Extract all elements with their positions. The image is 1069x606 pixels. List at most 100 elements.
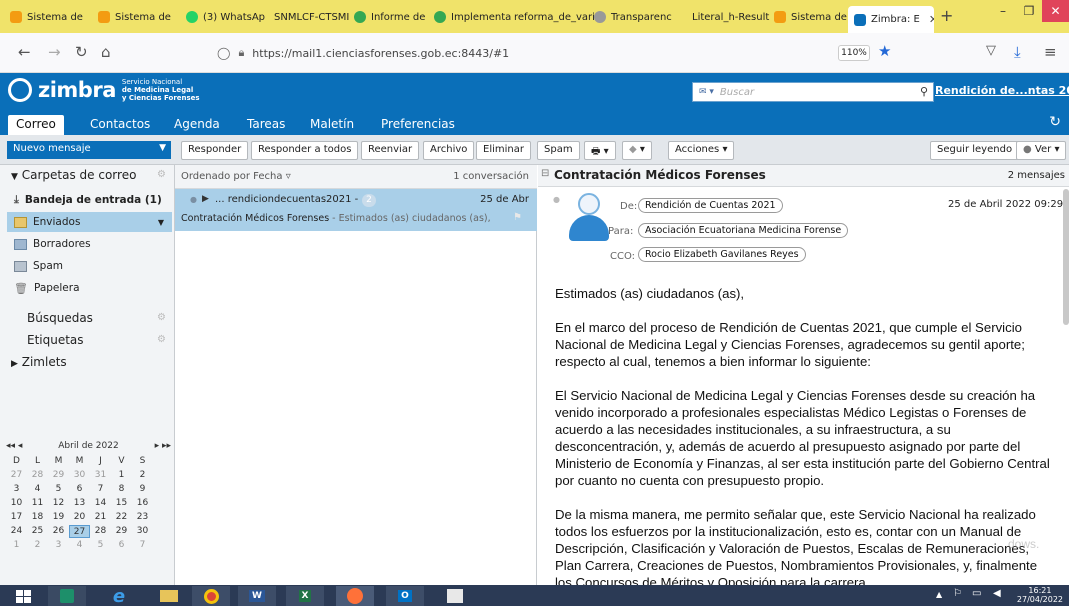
browser-tab[interactable]: Sistema de (4, 4, 90, 30)
calendar-day[interactable]: 24 (6, 525, 27, 538)
back-icon[interactable]: ← (18, 43, 31, 61)
calendar-day[interactable]: 5 (90, 539, 111, 552)
calendar-day[interactable]: 30 (69, 469, 90, 482)
browser-tab-active[interactable]: Zimbra: E ✕ (848, 6, 934, 33)
calendar-day-today[interactable]: 27 (69, 525, 90, 538)
browser-tab[interactable]: Implementa (428, 4, 514, 30)
calendar-day[interactable]: 17 (6, 511, 27, 524)
url-bar[interactable]: ◯ 🔒︎ https://mail1.cienciasforenses.gob.… (205, 39, 900, 67)
bcc-address[interactable]: Rocio Elizabeth Gavilanes Reyes (638, 247, 806, 262)
calendar-day[interactable]: 27 (6, 469, 27, 482)
calendar-day[interactable]: 10 (6, 497, 27, 510)
calendar-day[interactable]: 29 (111, 525, 132, 538)
from-address[interactable]: Rendición de Cuentas 2021 (638, 198, 783, 213)
mail-folders-header[interactable]: ▼ Carpetas de correo (11, 168, 136, 182)
expand-icon[interactable]: ▶ (11, 359, 18, 369)
file-explorer-icon[interactable] (150, 586, 188, 606)
network-icon[interactable]: ▭ (972, 588, 981, 599)
folder-trash[interactable]: 🗑︎ Papelera (7, 278, 172, 298)
zimlets-header[interactable]: ▶ Zimlets (11, 355, 67, 369)
new-message-button[interactable]: Nuevo mensaje ▼ (7, 141, 171, 159)
forward-button[interactable]: Reenviar (361, 141, 420, 160)
home-icon[interactable]: ⌂ (101, 43, 111, 61)
unread-dot-icon[interactable]: ● (190, 195, 197, 204)
windows-start-icon[interactable] (4, 586, 42, 606)
clock[interactable]: 16:21 27/04/2022 (1017, 586, 1063, 604)
calendar-day[interactable]: 6 (69, 483, 90, 496)
zimbra-logo[interactable]: zimbra Servicio Nacional de Medicina Leg… (8, 78, 200, 102)
calendar-day[interactable]: 13 (69, 497, 90, 510)
calendar-day[interactable]: 1 (111, 469, 132, 482)
reply-button[interactable]: Responder (181, 141, 249, 160)
calendar-day[interactable]: 11 (27, 497, 48, 510)
delete-button[interactable]: Eliminar (476, 141, 531, 160)
menu-icon[interactable]: ≡ (1044, 43, 1057, 61)
maximize-button[interactable]: ❐ (1016, 0, 1042, 22)
folder-inbox[interactable]: ⤓ Bandeja de entrada (1) (7, 190, 172, 210)
volume-icon[interactable]: ◀ (993, 588, 1001, 599)
scrollbar[interactable] (1063, 189, 1069, 325)
collapse-icon[interactable]: ⊟ (541, 168, 549, 179)
read-dot-icon[interactable]: ● (553, 195, 560, 204)
browser-tab[interactable]: reforma_de_vari (508, 4, 594, 30)
browser-tab[interactable]: Sistema de (768, 4, 848, 30)
calendar-day[interactable]: 1 (6, 539, 27, 552)
chrome-icon[interactable] (192, 586, 230, 606)
tab-tareas[interactable]: Tareas (239, 115, 293, 135)
folder-drafts[interactable]: Borradores (7, 234, 172, 254)
sort-dropdown[interactable]: Ordenado por Fecha ▿ (181, 171, 291, 182)
search-input[interactable]: ✉ ▾ Buscar ⚲ (692, 82, 934, 102)
calendar-day[interactable]: 15 (111, 497, 132, 510)
forward-icon[interactable]: → (48, 43, 61, 61)
calendar-day[interactable]: 30 (132, 525, 153, 538)
excel-icon[interactable]: X (286, 586, 324, 606)
calendar-day[interactable]: 28 (90, 525, 111, 538)
calendar-day[interactable]: 31 (90, 469, 111, 482)
next-month-icon[interactable]: ▸ ▸▸ (155, 441, 171, 451)
tab-agenda[interactable]: Agenda (166, 115, 228, 135)
calendar-day[interactable]: 8 (111, 483, 132, 496)
gear-icon[interactable]: ⚙ (157, 312, 166, 323)
expand-icon[interactable]: ▶ (202, 194, 209, 204)
chevron-down-icon[interactable]: ▼ (158, 218, 164, 227)
new-tab-button[interactable]: + (940, 6, 953, 25)
reload-icon[interactable]: ↻ (75, 43, 88, 61)
prev-year-icon[interactable]: ◂◂ ◂ (6, 441, 22, 451)
archive-button[interactable]: Archivo (423, 141, 475, 160)
calendar-day[interactable]: 16 (132, 497, 153, 510)
bookmark-star-icon[interactable]: ★ (878, 42, 891, 60)
user-menu[interactable]: Rendición de...ntas 2021 ▾ (935, 84, 1069, 97)
browser-tab[interactable]: (3) WhatsAp (180, 4, 266, 30)
tab-preferencias[interactable]: Preferencias (373, 115, 463, 135)
folder-spam[interactable]: Spam (7, 256, 172, 276)
calendar-day[interactable]: 3 (6, 483, 27, 496)
zoom-level[interactable]: 110% (838, 45, 870, 61)
internet-explorer-icon[interactable]: e (100, 586, 138, 606)
calendar-day[interactable]: 28 (27, 469, 48, 482)
tags-header[interactable]: Etiquetas (27, 333, 84, 347)
calendar-day[interactable]: 3 (48, 539, 69, 552)
gear-icon[interactable]: ⚙ (157, 169, 166, 180)
browser-tab[interactable]: Informe de (348, 4, 434, 30)
flag-tray-icon[interactable]: ⚐ (953, 588, 962, 599)
calendar-day[interactable]: 7 (132, 539, 153, 552)
tab-maletin[interactable]: Maletín (302, 115, 362, 135)
app-icon[interactable] (436, 586, 474, 606)
mail-search-type-icon[interactable]: ✉ ▾ (699, 87, 714, 97)
calendar-day[interactable]: 20 (69, 511, 90, 524)
view-dropdown[interactable]: ● Ver ▾ (1016, 141, 1067, 160)
conversation-row[interactable]: ● ▶ ... rendiciondecuentas2021 - 2 25 de… (175, 189, 537, 231)
reply-all-button[interactable]: Responder a todos (251, 141, 359, 160)
calendar-day[interactable]: 9 (132, 483, 153, 496)
word-icon[interactable]: W (238, 586, 276, 606)
read-more-button[interactable]: Seguir leyendo (930, 141, 1020, 160)
calendar-day[interactable]: 12 (48, 497, 69, 510)
refresh-icon[interactable]: ↻ (1049, 114, 1061, 130)
close-window-button[interactable]: ✕ (1042, 0, 1069, 22)
browser-tab[interactable]: Literal_h-Result (686, 4, 772, 30)
tab-contactos[interactable]: Contactos (82, 115, 158, 135)
download-icon[interactable]: ⤓ (1014, 43, 1021, 61)
expand-icon[interactable]: ▼ (11, 172, 18, 182)
calendar-day[interactable]: 7 (90, 483, 111, 496)
calendar-day[interactable]: 25 (27, 525, 48, 538)
